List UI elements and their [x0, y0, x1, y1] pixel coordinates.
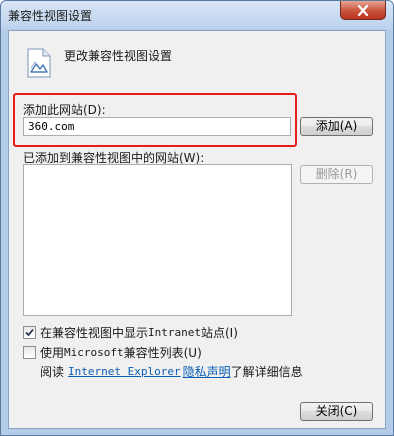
- site-list[interactable]: [23, 164, 292, 316]
- remove-button[interactable]: 删除(R): [300, 165, 373, 184]
- add-button[interactable]: 添加(A): [300, 117, 373, 136]
- checkmark-icon: [25, 328, 34, 337]
- window-close-button[interactable]: [340, 1, 386, 20]
- ie-link[interactable]: Internet Explorer: [68, 365, 181, 378]
- intranet-label-mono: Intranet: [148, 326, 201, 339]
- add-site-input[interactable]: [23, 117, 291, 136]
- compat-view-dialog: 兼容性视图设置 更改兼容性视图设置 添加此网站(D): 添加(A) 已添加到兼容…: [0, 0, 394, 436]
- ms-list-label-suffix: 兼容性列表(U): [123, 346, 202, 360]
- intranet-option[interactable]: 在兼容性视图中显示 Intranet 站点(I): [23, 324, 238, 341]
- ms-list-checkbox[interactable]: [23, 346, 36, 359]
- info-suffix: 了解详细信息: [230, 365, 303, 379]
- add-site-label: 添加此网站(D):: [23, 103, 106, 117]
- ms-list-label-prefix: 使用: [40, 346, 65, 360]
- window-title: 兼容性视图设置: [8, 9, 93, 23]
- title-bar[interactable]: 兼容性视图设置: [1, 1, 393, 29]
- privacy-info: 阅读 Internet Explorer 隐私声明 了解详细信息: [40, 363, 303, 380]
- dialog-body: 更改兼容性视图设置 添加此网站(D): 添加(A) 已添加到兼容性视图中的网站(…: [8, 30, 386, 429]
- intranet-label-prefix: 在兼容性视图中显示: [40, 326, 149, 340]
- dialog-heading: 更改兼容性视图设置: [64, 49, 173, 63]
- intranet-checkbox[interactable]: [23, 326, 36, 339]
- privacy-statement-link[interactable]: 隐私声明: [183, 363, 231, 380]
- close-button[interactable]: 关闭(C): [300, 402, 373, 421]
- ms-list-label-mono: Microsoft: [64, 346, 124, 359]
- ms-list-option[interactable]: 使用 Microsoft 兼容性列表(U): [23, 344, 202, 361]
- intranet-label-suffix: 站点(I): [201, 326, 238, 340]
- page-picture-icon: [27, 48, 51, 78]
- close-icon: [357, 4, 369, 16]
- info-prefix: 阅读: [40, 365, 65, 379]
